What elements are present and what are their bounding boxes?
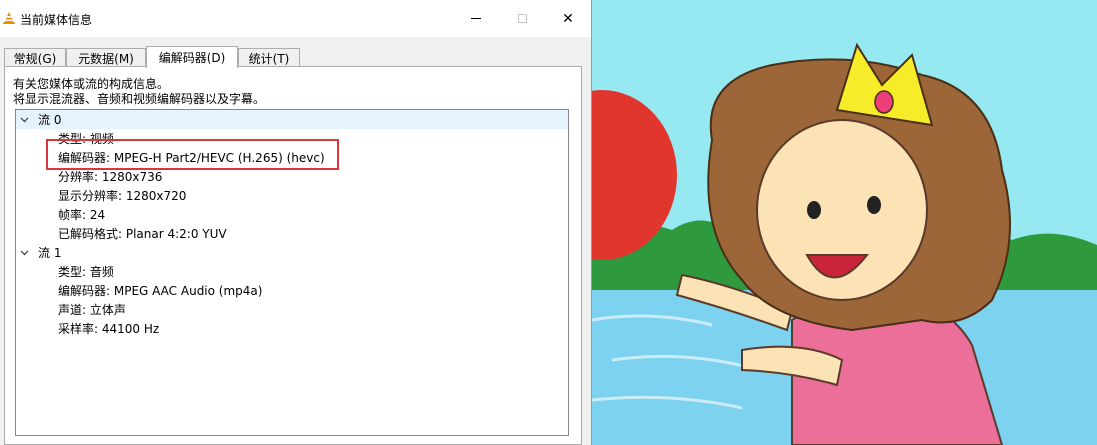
field-codec: 编解码器: MPEG AAC Audio (mp4a) <box>58 284 263 298</box>
media-info-dialog: 当前媒体信息 ✕ 常规(G) 元数据(M) 编解码器(D) 统计(T) 有关您媒… <box>0 0 592 445</box>
stream-label: 流 1 <box>38 246 62 260</box>
tab-codec[interactable]: 编解码器(D) <box>146 46 238 68</box>
chevron-down-icon[interactable] <box>20 248 29 257</box>
maximize-button[interactable] <box>499 0 545 37</box>
tree-field-row[interactable]: 显示分辨率: 1280x720 <box>16 186 568 205</box>
field-sample-rate: 采样率: 44100 Hz <box>58 322 160 336</box>
tree-field-row[interactable]: 类型: 音频 <box>16 262 568 281</box>
field-frame-rate: 帧率: 24 <box>58 208 106 222</box>
tab-statistics[interactable]: 统计(T) <box>238 48 300 67</box>
tree-item-stream-0[interactable]: 流 0 <box>16 110 568 129</box>
description-line-2: 将显示混流器、音频和视频编解码器以及字幕。 <box>13 92 266 106</box>
highlight-annotation-box <box>46 139 339 170</box>
video-frame-cartoon <box>592 0 1097 445</box>
field-channels: 声道: 立体声 <box>58 303 126 317</box>
tree-field-row[interactable]: 帧率: 24 <box>16 205 568 224</box>
codec-panel: 有关您媒体或流的构成信息。 将显示混流器、音频和视频编解码器以及字幕。 流 0 … <box>4 66 582 445</box>
tab-general[interactable]: 常规(G) <box>4 48 66 67</box>
tab-metadata[interactable]: 元数据(M) <box>66 48 146 67</box>
minimize-button[interactable] <box>453 0 499 37</box>
field-display-resolution: 显示分辨率: 1280x720 <box>58 189 187 203</box>
title-bar[interactable]: 当前媒体信息 ✕ <box>0 0 591 37</box>
chevron-down-icon[interactable] <box>20 115 29 124</box>
close-icon: ✕ <box>562 10 574 27</box>
maximize-icon <box>517 14 527 23</box>
tree-field-row[interactable]: 声道: 立体声 <box>16 300 568 319</box>
tree-field-row[interactable]: 编解码器: MPEG AAC Audio (mp4a) <box>16 281 568 300</box>
window-title: 当前媒体信息 <box>20 13 93 27</box>
tree-field-row[interactable]: 已解码格式: Planar 4:2:0 YUV <box>16 224 568 243</box>
close-button[interactable]: ✕ <box>545 0 591 37</box>
tree-field-row[interactable]: 采样率: 44100 Hz <box>16 319 568 338</box>
tree-item-stream-1[interactable]: 流 1 <box>16 243 568 262</box>
minimize-icon <box>471 18 481 19</box>
vlc-cone-icon <box>3 12 15 24</box>
field-type: 类型: 音频 <box>58 265 114 279</box>
stream-label: 流 0 <box>38 113 62 127</box>
field-resolution: 分辨率: 1280x736 <box>58 170 163 184</box>
field-decoded-format: 已解码格式: Planar 4:2:0 YUV <box>58 227 227 241</box>
